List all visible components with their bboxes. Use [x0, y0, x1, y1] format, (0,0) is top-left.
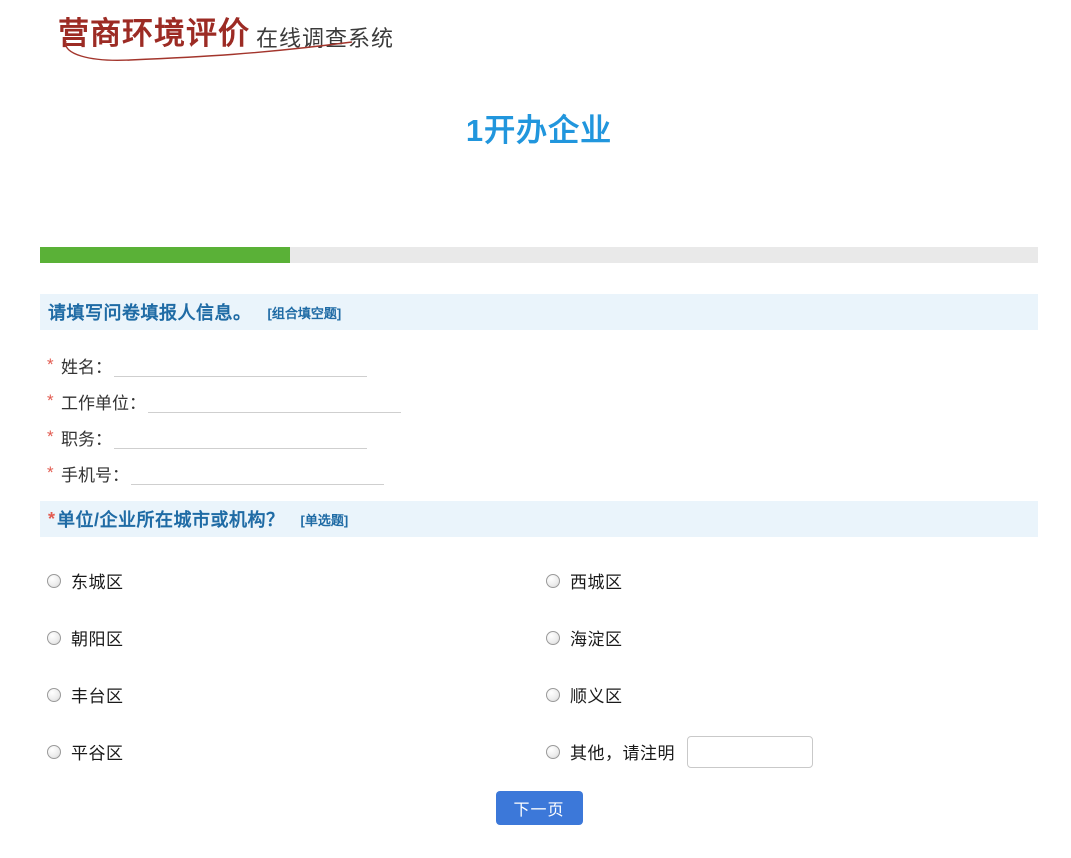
radio-icon[interactable]: [47, 631, 61, 645]
radio-option-label: 平谷区: [71, 739, 124, 764]
radio-icon[interactable]: [546, 745, 560, 759]
radio-option[interactable]: 东城区: [47, 552, 546, 609]
section-city-question: * 单位/企业所在城市或机构？ [单选题]: [40, 501, 1038, 537]
radio-icon[interactable]: [546, 688, 560, 702]
required-marker: *: [47, 427, 59, 447]
logo-brand-text: 营商环境评价: [58, 8, 250, 53]
logo: 营商环境评价 在线调查系统: [58, 8, 394, 53]
field-row: *工作单位：: [47, 383, 747, 419]
field-row: *姓名：: [47, 347, 747, 383]
radio-option-label: 东城区: [71, 568, 124, 593]
field-label: 职务：: [61, 425, 112, 450]
field-label: 姓名：: [61, 353, 112, 378]
radio-icon[interactable]: [546, 574, 560, 588]
radio-option[interactable]: 丰台区: [47, 666, 546, 723]
radio-option[interactable]: 朝阳区: [47, 609, 546, 666]
field-row: *手机号：: [47, 455, 747, 491]
field-input[interactable]: [114, 425, 367, 449]
logo-suffix-text: 在线调查系统: [256, 21, 394, 53]
section-title: 单位/企业所在城市或机构？: [57, 506, 285, 532]
field-input[interactable]: [114, 353, 367, 377]
progress-bar-fill: [40, 247, 290, 263]
radio-option-label: 西城区: [570, 568, 623, 593]
field-input[interactable]: [148, 389, 401, 413]
question-type-tag: [组合填空题]: [268, 303, 342, 322]
required-marker: *: [47, 391, 59, 411]
respondent-fields: *姓名：*工作单位：*职务：*手机号：: [47, 347, 747, 491]
radio-option[interactable]: 平谷区: [47, 723, 546, 780]
radio-option[interactable]: 西城区: [546, 552, 1038, 609]
question-type-tag: [单选题]: [301, 510, 349, 529]
section-respondent-info: 请填写问卷填报人信息。 [组合填空题]: [40, 294, 1038, 330]
radio-option[interactable]: 海淀区: [546, 609, 1038, 666]
footer: 下一页: [40, 791, 1038, 825]
section-title: 请填写问卷填报人信息。: [48, 299, 252, 325]
other-specify-input[interactable]: [687, 736, 813, 768]
field-label: 工作单位：: [61, 389, 146, 414]
city-options-grid: 东城区 西城区朝阳区 海淀区丰台区 顺义区平谷区 其他，请注明: [47, 552, 1038, 780]
radio-icon[interactable]: [47, 688, 61, 702]
survey-page: 营商环境评价 在线调查系统 1开办企业 请填写问卷填报人信息。 [组合填空题] …: [0, 0, 1071, 858]
required-marker: *: [47, 463, 59, 483]
radio-option[interactable]: 其他，请注明: [546, 723, 1038, 780]
radio-option-label: 丰台区: [71, 682, 124, 707]
required-marker: *: [47, 355, 59, 375]
progress-bar: [40, 247, 1038, 263]
radio-icon[interactable]: [47, 745, 61, 759]
next-page-button[interactable]: 下一页: [496, 791, 583, 825]
radio-icon[interactable]: [546, 631, 560, 645]
radio-option-label: 其他，请注明: [570, 739, 675, 764]
radio-option-label: 朝阳区: [71, 625, 124, 650]
radio-option[interactable]: 顺义区: [546, 666, 1038, 723]
field-input[interactable]: [131, 461, 384, 485]
radio-icon[interactable]: [47, 574, 61, 588]
radio-option-label: 顺义区: [570, 682, 623, 707]
page-title: 1开办企业: [40, 105, 1038, 150]
field-row: *职务：: [47, 419, 747, 455]
radio-option-label: 海淀区: [570, 625, 623, 650]
required-marker: *: [48, 509, 55, 530]
field-label: 手机号：: [61, 461, 129, 486]
